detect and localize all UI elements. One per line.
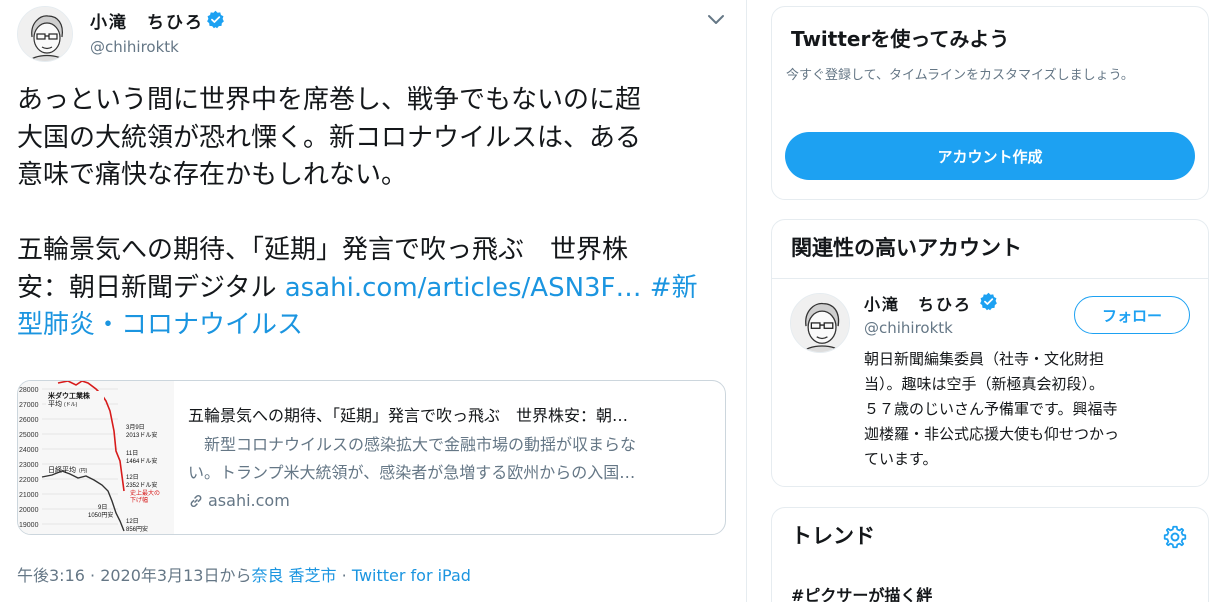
tweet-detail: 小滝 ちひろ @chihiroktk あっという間に世界中を席巻し、戦争でもない… <box>0 0 747 602</box>
avatar-portrait-icon <box>18 7 72 61</box>
card-description-line: 新型コロナウイルスの感染拡大で金融市場の動揺が収まらな <box>188 435 637 454</box>
article-link[interactable]: asahi.com/articles/ASN3F… <box>285 273 642 303</box>
verified-badge-icon <box>980 292 997 311</box>
avatar-portrait-icon <box>791 294 849 352</box>
thumb-y-label: 21000 <box>19 492 39 499</box>
thumb-y-label: 28000 <box>19 387 39 394</box>
card-domain-text: asahi.com <box>208 491 290 510</box>
gear-icon[interactable] <box>1162 524 1188 550</box>
related-account-handle[interactable]: @chihiroktk <box>864 319 953 337</box>
trends-panel: トレンド #ピクサーが描く絆 <box>771 507 1209 602</box>
thumb-annotation: 11日 <box>126 450 138 457</box>
author-name[interactable]: 小滝 ちひろ <box>90 8 204 33</box>
tweet-location-link[interactable]: 奈良 香芝市 <box>251 566 336 585</box>
thumb-dow-unit: (ドル) <box>64 402 78 408</box>
thumb-annotation: 9日 <box>98 504 107 511</box>
thumb-y-label: 26000 <box>19 417 39 424</box>
signup-title: Twitterを使ってみよう <box>791 27 1010 51</box>
thumb-dow-label: 米ダウ工業株 <box>47 391 91 400</box>
tweet-text-line: あっという間に世界中を席巻し、戦争でもないのに超 <box>17 85 642 115</box>
tweet-text: あっという間に世界中を席巻し、戦争でもないのに超 大国の大統領が恐れ慄く。新コロ… <box>17 82 729 345</box>
link-icon <box>190 494 202 507</box>
tweet-metadata: 午後3:16 · 2020年3月13日から奈良 香芝市 · Twitter fo… <box>17 562 471 586</box>
signup-description: 今すぐ登録して、タイムラインをカスタマイズしましょう。 <box>786 68 1134 83</box>
thumb-y-label: 24000 <box>19 447 39 454</box>
thumb-annotation: 2352ドル安 <box>126 481 157 489</box>
card-domain[interactable]: asahi.com <box>188 491 711 510</box>
tweet-text-line: 安：朝日新聞デジタル asahi.com/articles/ASN3F… #新 <box>17 270 729 308</box>
related-accounts-title: 関連性の高いアカウント <box>791 236 1022 260</box>
thumb-nikkei-unit: (円) <box>79 468 88 474</box>
thumb-y-label: 23000 <box>19 462 39 469</box>
card-description: 新型コロナウイルスの感染拡大で金融市場の動揺が収まらな い。トランプ米大統領が、… <box>188 431 711 487</box>
bio-line: ています。 <box>864 450 938 468</box>
thumb-annotation: 1050円安 <box>88 511 113 519</box>
thumb-annotation: 下げ幅 <box>130 496 148 504</box>
related-accounts-panel: 関連性の高いアカウント 小滝 ちひろ @chihiroktk フォロー 朝日新聞… <box>771 219 1209 487</box>
tweet-text-line: 五輪景気への期待、「延期」発言で吹っ飛ぶ 世界株 <box>17 235 629 265</box>
thumb-y-label: 25000 <box>19 432 39 439</box>
link-preview-card[interactable]: 28000 27000 26000 25000 24000 23000 2200… <box>17 380 726 535</box>
related-account-name[interactable]: 小滝 ちひろ <box>864 291 972 315</box>
stock-chart-thumbnail: 28000 27000 26000 25000 24000 23000 2200… <box>18 381 174 534</box>
thumb-y-label: 27000 <box>19 402 39 409</box>
tweet-text-segment: 安：朝日新聞デジタル <box>17 272 285 303</box>
tweet-text-line: 型肺炎・コロナウイルス <box>17 307 729 345</box>
thumb-y-label: 20000 <box>19 507 39 514</box>
thumb-annotation: 史上最大の <box>130 489 160 497</box>
thumb-annotation: 3月9日 <box>126 424 145 431</box>
related-account-avatar[interactable] <box>790 293 850 353</box>
thumb-dow-label2: 平均 <box>48 399 62 408</box>
thumb-annotation: 856円安 <box>126 525 148 533</box>
trends-title: トレンド <box>791 524 875 548</box>
hashtag-link-continued[interactable]: 型肺炎・コロナウイルス <box>17 310 303 340</box>
tweet-text-line: 意味で痛快な存在かもしれない。 <box>17 160 408 190</box>
signup-panel: Twitterを使ってみよう 今すぐ登録して、タイムラインをカスタマイズしましょ… <box>771 6 1209 200</box>
bio-line: 迦楼羅・非公式応援大使も仰せつかっ <box>864 425 1120 443</box>
thumb-annotation: 12日 <box>126 474 139 481</box>
bio-line: 当）。趣味は空手（新極真会初段）。 <box>864 375 1105 393</box>
chevron-down-icon[interactable] <box>707 14 725 26</box>
thumb-annotation: 1464ドル安 <box>126 457 157 465</box>
verified-badge-icon <box>207 10 224 29</box>
thumb-y-label: 19000 <box>19 522 39 529</box>
card-title[interactable]: 五輪景気への期待、「延期」発言で吹っ飛ぶ 世界株安：朝… <box>188 405 711 427</box>
hashtag-link[interactable]: #新 <box>642 273 698 303</box>
related-account-bio: 朝日新聞編集委員（社寺・文化財担 当）。趣味は空手（新極真会初段）。 ５７歳のじ… <box>864 347 1194 472</box>
card-thumbnail[interactable]: 28000 27000 26000 25000 24000 23000 2200… <box>18 381 174 534</box>
bio-line: ５７歳のじいさん予備軍です。興福寺 <box>864 400 1118 418</box>
divider <box>772 278 1208 279</box>
follow-button[interactable]: フォロー <box>1074 296 1190 334</box>
thumb-nikkei-label: 日経平均 <box>48 465 76 474</box>
create-account-button[interactable]: アカウント作成 <box>785 132 1195 180</box>
thumb-annotation: 12日 <box>126 518 139 525</box>
trend-item[interactable]: #ピクサーが描く絆 <box>791 582 932 602</box>
tweet-timestamp[interactable]: 午後3:16 · 2020年3月13日から <box>17 566 251 585</box>
author-handle[interactable]: @chihiroktk <box>90 38 179 56</box>
thumb-y-label: 22000 <box>19 477 39 484</box>
card-body[interactable]: 五輪景気への期待、「延期」発言で吹っ飛ぶ 世界株安：朝… 新型コロナウイルスの感… <box>174 381 725 534</box>
card-description-line: い。トランプ米大統領が、感染者が急増する欧州からの入国… <box>188 463 636 482</box>
tweet-source-link[interactable]: Twitter for iPad <box>352 566 471 585</box>
thumb-annotation: 2013ドル安 <box>126 431 157 439</box>
author-avatar[interactable] <box>17 6 73 62</box>
meta-separator: · <box>336 566 352 585</box>
tweet-text-line: 大国の大統領が恐れ慄く。新コロナウイルスは、ある <box>17 122 642 153</box>
bio-line: 朝日新聞編集委員（社寺・文化財担 <box>864 350 1105 368</box>
